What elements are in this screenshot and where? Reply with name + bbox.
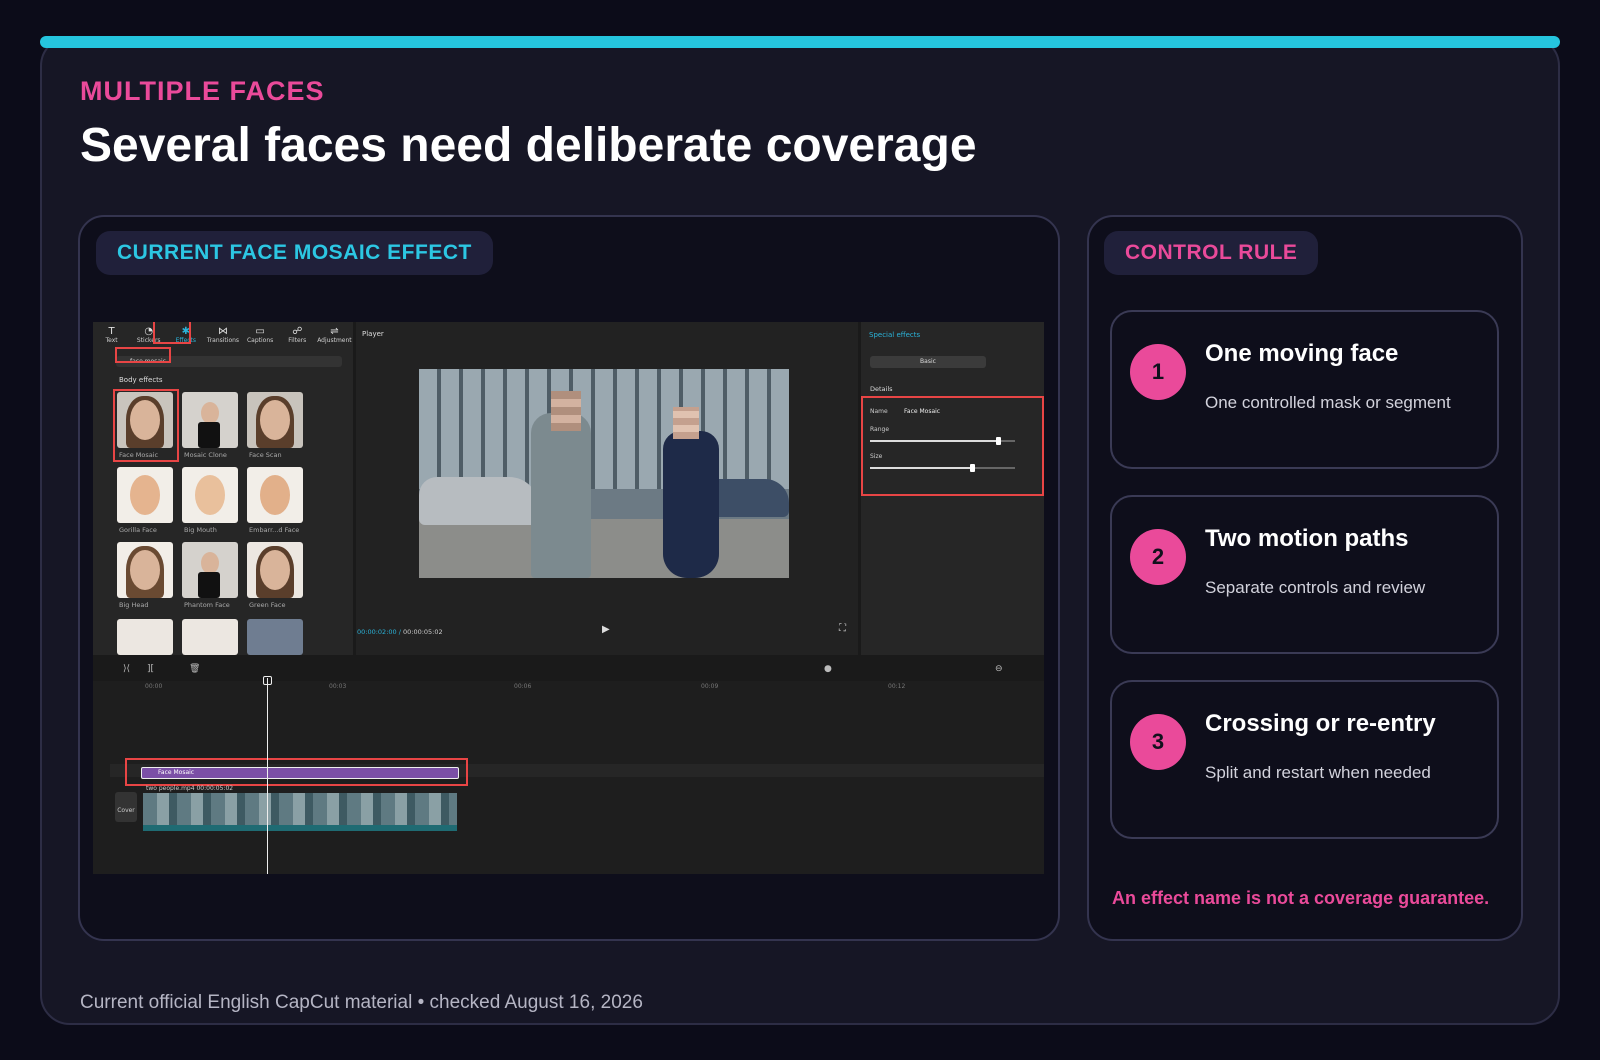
person-man bbox=[531, 413, 591, 578]
ruler-tick: 00:06 bbox=[514, 683, 532, 690]
highlight-face-mosaic bbox=[113, 389, 179, 462]
blurred-face bbox=[673, 407, 699, 439]
ruler-tick: 00:00 bbox=[145, 683, 163, 690]
tool-text[interactable]: T Text bbox=[93, 322, 130, 350]
effect-thumb-more[interactable] bbox=[117, 619, 173, 655]
effect-thumb-more[interactable] bbox=[247, 619, 303, 655]
tool-filters[interactable]: ☍ Filters bbox=[279, 322, 316, 350]
timeline-panel: ⟩⟨ ][ 🗑 ● ⊖ 00:00 00:03 00:06 00:09 00:1… bbox=[93, 659, 1044, 874]
capcut-screenshot: T Text ◔ Stickers ✱ Effects ⋈ Transitions ▭ C… bbox=[93, 322, 1044, 874]
captions-icon: ▭ bbox=[255, 326, 265, 337]
effect-thumb-green-face[interactable] bbox=[247, 542, 303, 598]
cover-button[interactable]: Cover bbox=[115, 792, 137, 822]
road bbox=[419, 519, 789, 578]
playhead[interactable] bbox=[267, 678, 268, 874]
video-clip-label: two people.mp4 00:00:05:02 bbox=[146, 785, 234, 792]
rule-card: 2 Two motion paths Separate controls and… bbox=[1110, 495, 1499, 654]
page-title: Several faces need deliberate coverage bbox=[80, 119, 977, 172]
player-timecode: 00:00:02:00 / 00:00:05:02 bbox=[357, 628, 443, 636]
effect-caption: Gorilla Face bbox=[119, 526, 157, 534]
zoom-out-icon[interactable]: ⊖ bbox=[995, 664, 1003, 674]
effect-thumb-gorilla-face[interactable] bbox=[117, 467, 173, 523]
effect-caption: Big Head bbox=[119, 601, 149, 609]
fullscreen-icon[interactable]: ⛶ bbox=[839, 623, 846, 634]
highlight-effects-tab bbox=[153, 322, 191, 344]
rule-panel-label: CONTROL RULE bbox=[1104, 231, 1319, 275]
ruler-tick: 00:09 bbox=[701, 683, 719, 690]
rule-description: Split and restart when needed bbox=[1205, 763, 1431, 782]
blurred-face bbox=[551, 391, 581, 431]
rule-number: 3 bbox=[1130, 714, 1186, 770]
effect-caption: Big Mouth bbox=[184, 526, 217, 534]
effect-thumb-face-scan[interactable] bbox=[247, 392, 303, 448]
video-preview bbox=[419, 369, 789, 578]
rule-card: 3 Crossing or re-entry Split and restart… bbox=[1110, 680, 1499, 839]
ruler-tick: 00:03 bbox=[329, 683, 347, 690]
effect-thumb-mosaic-clone[interactable] bbox=[182, 392, 238, 448]
rule-description: Separate controls and review bbox=[1205, 578, 1426, 597]
accent-bar bbox=[40, 36, 1560, 48]
split-icon[interactable]: ⟩⟨ bbox=[123, 664, 130, 674]
mic-icon[interactable]: ● bbox=[824, 664, 832, 674]
timeline-toolbar: ⟩⟨ ][ 🗑 ● ⊖ bbox=[93, 659, 1044, 681]
details-label: Details bbox=[870, 385, 893, 393]
rule-card: 1 One moving face One controlled mask or… bbox=[1110, 310, 1499, 469]
playhead-handle[interactable] bbox=[263, 676, 272, 685]
play-icon[interactable]: ▶ bbox=[602, 624, 610, 635]
effect-thumb-big-mouth[interactable] bbox=[182, 467, 238, 523]
car bbox=[419, 477, 539, 525]
person-woman bbox=[663, 431, 719, 578]
tool-transitions[interactable]: ⋈ Transitions bbox=[204, 322, 241, 350]
effect-caption: Green Face bbox=[249, 601, 286, 609]
text-icon: T bbox=[108, 326, 115, 337]
warning-note: An effect name is not a coverage guarant… bbox=[1112, 888, 1490, 908]
rule-title: One moving face bbox=[1205, 340, 1399, 367]
delete-icon[interactable]: 🗑 bbox=[189, 664, 200, 674]
rule-number: 1 bbox=[1130, 344, 1186, 400]
effect-thumb-big-head[interactable] bbox=[117, 542, 173, 598]
tool-adjustment[interactable]: ⇌ Adjustment bbox=[316, 322, 353, 350]
filters-icon: ☍ bbox=[292, 326, 303, 337]
highlight-effect-clip bbox=[125, 758, 468, 786]
rule-title: Crossing or re-entry bbox=[1205, 710, 1436, 737]
effect-thumb-embarrassed-face[interactable] bbox=[247, 467, 303, 523]
effect-thumb-phantom-face[interactable] bbox=[182, 542, 238, 598]
tool-captions[interactable]: ▭ Captions bbox=[242, 322, 279, 350]
effects-library: T Text ◔ Stickers ✱ Effects ⋈ Transitions ▭ C… bbox=[93, 322, 353, 655]
transitions-icon: ⋈ bbox=[217, 326, 228, 337]
effect-thumb-more[interactable] bbox=[182, 619, 238, 655]
highlight-details bbox=[861, 396, 1044, 496]
section-body-effects: Body effects bbox=[119, 376, 163, 384]
trim-icon[interactable]: ][ bbox=[147, 664, 154, 674]
editor-toolbar: T Text ◔ Stickers ✱ Effects ⋈ Transitions ▭ C… bbox=[93, 322, 353, 350]
building-backdrop bbox=[419, 369, 789, 489]
adjustment-icon: ⇌ bbox=[330, 326, 339, 337]
rule-number: 2 bbox=[1130, 529, 1186, 585]
props-title: Special effects bbox=[869, 331, 921, 339]
tab-basic[interactable]: Basic bbox=[870, 356, 986, 368]
ruler-tick: 00:12 bbox=[888, 683, 906, 690]
effect-caption: Phantom Face bbox=[184, 601, 230, 609]
video-clip[interactable] bbox=[143, 793, 457, 831]
rule-title: Two motion paths bbox=[1205, 525, 1409, 552]
properties-panel: Special effects Basic Details Name Face … bbox=[861, 322, 1044, 655]
effect-caption: Mosaic Clone bbox=[184, 451, 227, 459]
eyebrow: MULTIPLE FACES bbox=[80, 76, 325, 106]
highlight-search bbox=[115, 347, 171, 363]
screenshot-panel-label: CURRENT FACE MOSAIC EFFECT bbox=[96, 231, 493, 275]
player-title: Player bbox=[362, 330, 384, 338]
effect-caption: Face Scan bbox=[249, 451, 282, 459]
rule-description: One controlled mask or segment bbox=[1205, 393, 1451, 412]
effect-caption: Embarr...d Face bbox=[249, 526, 300, 534]
footer-source: Current official English CapCut material… bbox=[80, 992, 643, 1013]
